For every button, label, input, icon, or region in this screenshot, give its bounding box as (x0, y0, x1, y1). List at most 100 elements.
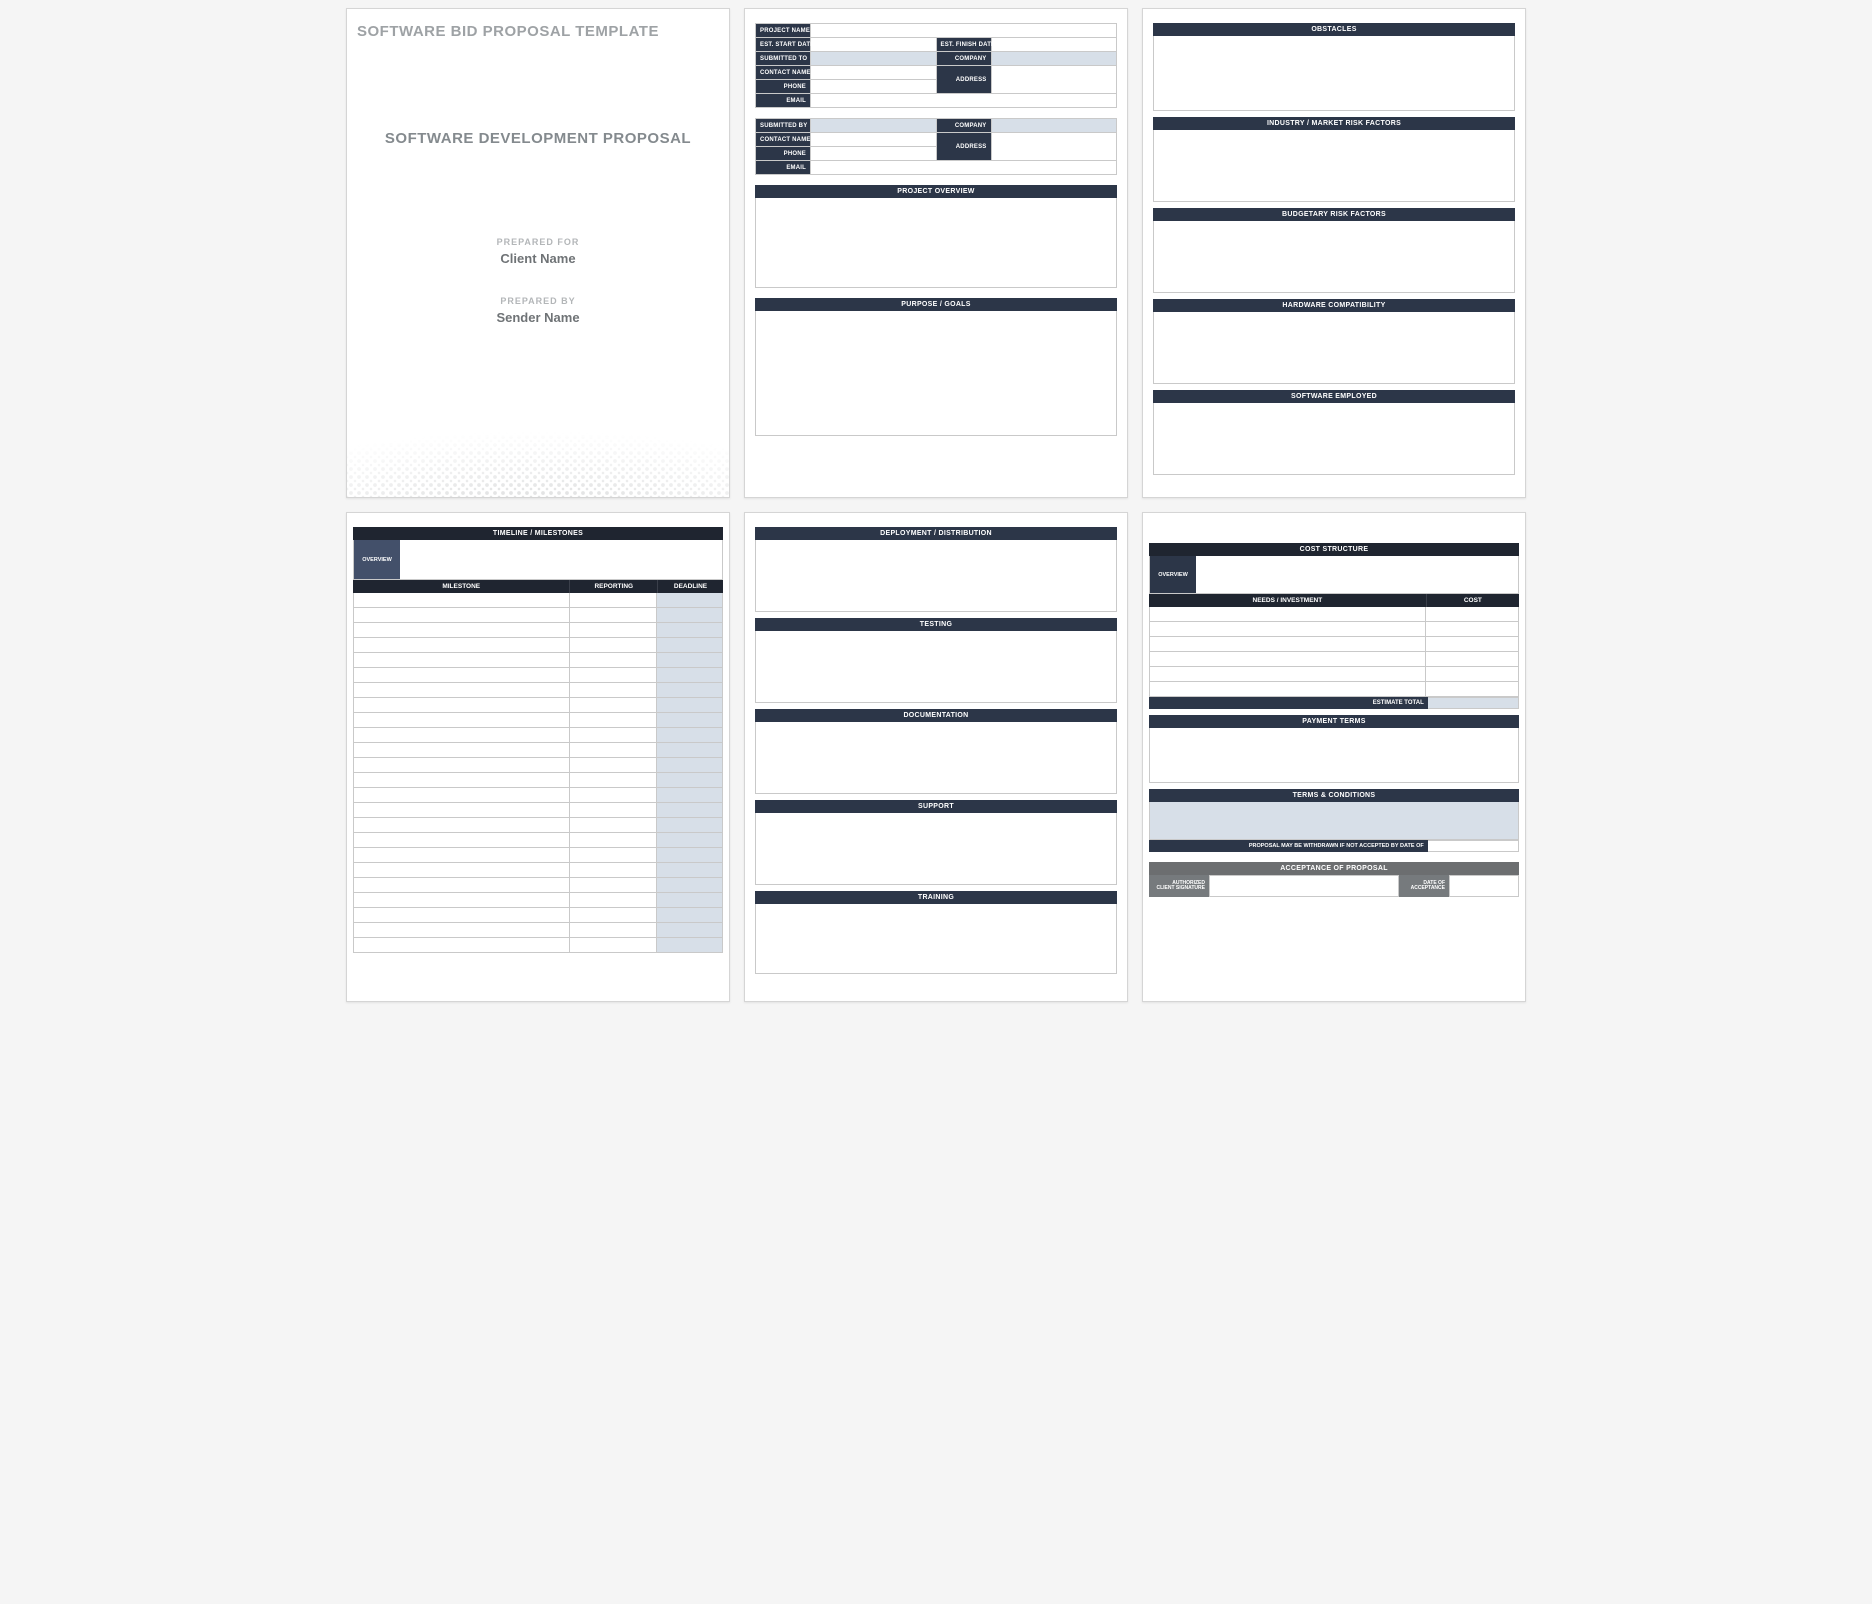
deadline-cell[interactable] (657, 893, 723, 908)
milestone-cell[interactable] (353, 848, 570, 863)
field-contact-to[interactable] (811, 66, 937, 80)
cost-cell[interactable] (1426, 667, 1519, 682)
milestone-cell[interactable] (353, 938, 570, 953)
box-project-overview[interactable] (755, 198, 1117, 288)
needs-cell[interactable] (1149, 607, 1426, 622)
deadline-cell[interactable] (657, 743, 723, 758)
cost-overview-box[interactable] (1196, 556, 1518, 593)
deadline-cell[interactable] (657, 608, 723, 623)
deadline-cell[interactable] (657, 593, 723, 608)
estimate-total-value[interactable] (1428, 697, 1519, 709)
box-industry-risk[interactable] (1153, 130, 1515, 202)
reporting-cell[interactable] (570, 893, 657, 908)
reporting-cell[interactable] (570, 668, 657, 683)
reporting-cell[interactable] (570, 683, 657, 698)
deadline-cell[interactable] (657, 803, 723, 818)
field-est-start[interactable] (811, 38, 937, 52)
deadline-cell[interactable] (657, 758, 723, 773)
reporting-cell[interactable] (570, 833, 657, 848)
milestone-cell[interactable] (353, 683, 570, 698)
reporting-cell[interactable] (570, 863, 657, 878)
deadline-cell[interactable] (657, 623, 723, 638)
field-phone-to[interactable] (811, 80, 937, 94)
reporting-cell[interactable] (570, 923, 657, 938)
reporting-cell[interactable] (570, 608, 657, 623)
box-terms-conditions[interactable] (1149, 802, 1519, 840)
reporting-cell[interactable] (570, 878, 657, 893)
deadline-cell[interactable] (657, 908, 723, 923)
reporting-cell[interactable] (570, 803, 657, 818)
deadline-cell[interactable] (657, 698, 723, 713)
milestone-cell[interactable] (353, 788, 570, 803)
needs-cell[interactable] (1149, 622, 1426, 637)
reporting-cell[interactable] (570, 653, 657, 668)
deadline-cell[interactable] (657, 788, 723, 803)
reporting-cell[interactable] (570, 773, 657, 788)
field-email-by[interactable] (811, 161, 1117, 175)
deadline-cell[interactable] (657, 848, 723, 863)
deadline-cell[interactable] (657, 638, 723, 653)
box-deployment[interactable] (755, 540, 1117, 612)
field-email-to[interactable] (811, 94, 1117, 108)
withdraw-date-field[interactable] (1428, 840, 1519, 852)
field-submitted-by[interactable] (811, 119, 937, 133)
deadline-cell[interactable] (657, 818, 723, 833)
field-submitted-to[interactable] (811, 52, 937, 66)
box-support[interactable] (755, 813, 1117, 885)
milestone-cell[interactable] (353, 923, 570, 938)
reporting-cell[interactable] (570, 938, 657, 953)
milestone-cell[interactable] (353, 803, 570, 818)
field-est-finish[interactable] (991, 38, 1117, 52)
needs-cell[interactable] (1149, 667, 1426, 682)
milestone-cell[interactable] (353, 593, 570, 608)
auth-sig-field[interactable] (1209, 875, 1399, 897)
box-software[interactable] (1153, 403, 1515, 475)
reporting-cell[interactable] (570, 908, 657, 923)
deadline-cell[interactable] (657, 668, 723, 683)
reporting-cell[interactable] (570, 623, 657, 638)
field-address-to[interactable] (991, 66, 1117, 94)
cost-cell[interactable] (1426, 652, 1519, 667)
deadline-cell[interactable] (657, 653, 723, 668)
needs-cell[interactable] (1149, 652, 1426, 667)
milestone-cell[interactable] (353, 908, 570, 923)
reporting-cell[interactable] (570, 758, 657, 773)
box-training[interactable] (755, 904, 1117, 974)
milestone-cell[interactable] (353, 878, 570, 893)
reporting-cell[interactable] (570, 698, 657, 713)
milestone-cell[interactable] (353, 758, 570, 773)
deadline-cell[interactable] (657, 833, 723, 848)
reporting-cell[interactable] (570, 713, 657, 728)
needs-cell[interactable] (1149, 637, 1426, 652)
reporting-cell[interactable] (570, 593, 657, 608)
reporting-cell[interactable] (570, 818, 657, 833)
milestone-cell[interactable] (353, 608, 570, 623)
reporting-cell[interactable] (570, 728, 657, 743)
field-contact-by[interactable] (811, 133, 937, 147)
deadline-cell[interactable] (657, 713, 723, 728)
field-address-by[interactable] (991, 133, 1117, 161)
milestone-cell[interactable] (353, 638, 570, 653)
milestone-cell[interactable] (353, 698, 570, 713)
reporting-cell[interactable] (570, 638, 657, 653)
milestone-cell[interactable] (353, 743, 570, 758)
milestone-cell[interactable] (353, 833, 570, 848)
milestone-cell[interactable] (353, 863, 570, 878)
reporting-cell[interactable] (570, 848, 657, 863)
reporting-cell[interactable] (570, 788, 657, 803)
field-project-name[interactable] (811, 24, 1117, 38)
deadline-cell[interactable] (657, 938, 723, 953)
cost-cell[interactable] (1426, 682, 1519, 697)
field-phone-by[interactable] (811, 147, 937, 161)
milestone-cell[interactable] (353, 818, 570, 833)
needs-cell[interactable] (1149, 682, 1426, 697)
box-documentation[interactable] (755, 722, 1117, 794)
milestone-cell[interactable] (353, 728, 570, 743)
milestone-cell[interactable] (353, 623, 570, 638)
field-company-to[interactable] (991, 52, 1117, 66)
milestone-cell[interactable] (353, 713, 570, 728)
timeline-overview-box[interactable] (400, 540, 722, 579)
box-payment-terms[interactable] (1149, 728, 1519, 783)
deadline-cell[interactable] (657, 878, 723, 893)
milestone-cell[interactable] (353, 653, 570, 668)
